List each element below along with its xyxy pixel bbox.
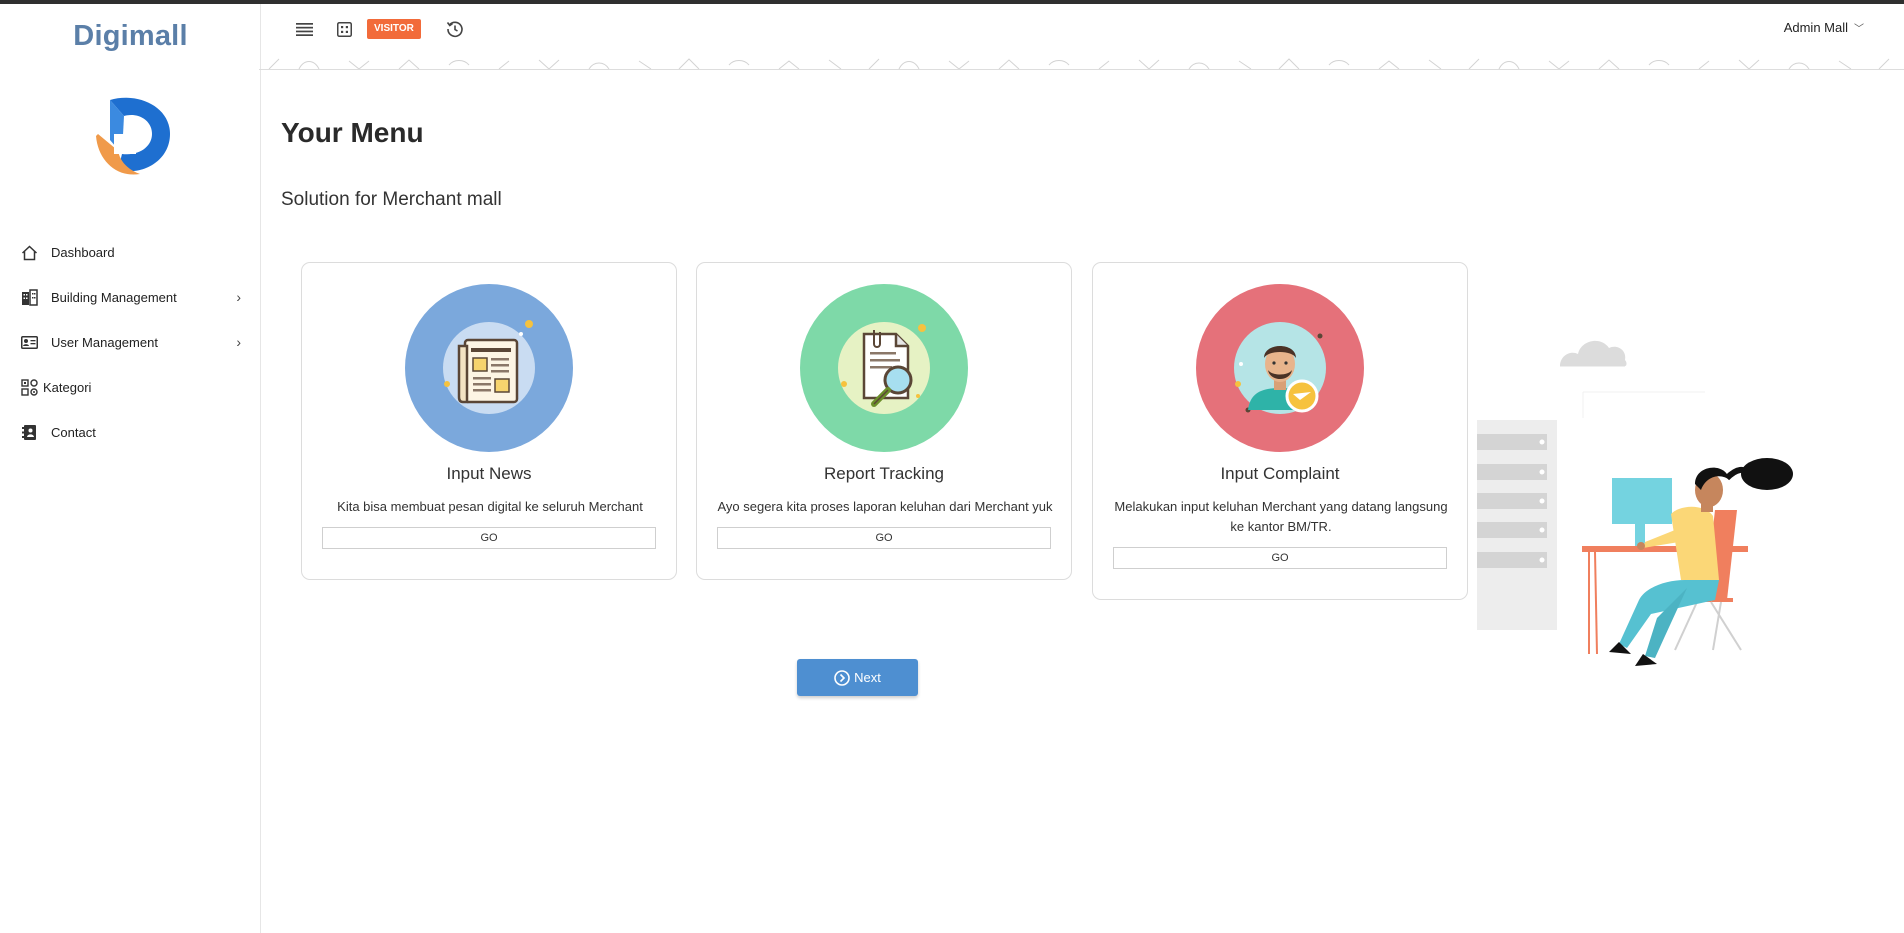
go-button-input-news[interactable]: GO [322,527,656,549]
user-menu[interactable]: Admin Mall ﹀ [1784,20,1864,35]
sidebar-item-building-management[interactable]: Building Management › [0,275,261,320]
user-name: Admin Mall [1783,20,1848,35]
page-subtitle: Solution for Merchant mall [281,189,502,210]
sidebar-item-dashboard[interactable]: Dashboard [0,230,261,275]
sidebar: Digimall Dashboard Building Management › [0,4,261,933]
card-description: Ayo segera kita proses laporan keluhan d… [717,499,1053,514]
brand-logo [92,94,172,178]
next-label: Next [854,670,881,685]
woman-at-desk-illustration [1475,318,1795,670]
history-icon[interactable] [444,18,466,40]
chevron-right-circle-icon [834,669,850,686]
card-input-news: Input News Kita bisa membuat pesan digit… [301,262,677,580]
go-button-report-tracking[interactable]: GO [717,527,1051,549]
sidebar-item-label: Dashboard [51,245,115,260]
card-description: Melakukan input keluhan Merchant yang da… [1114,499,1448,534]
contact-book-icon [20,424,38,442]
card-title: Report Tracking [824,464,944,483]
brand-name[interactable]: Digimall [0,20,261,53]
document-search-icon [800,284,968,452]
building-icon [20,289,38,307]
chevron-down-icon: ﹀ [1854,24,1864,35]
chevron-right-icon: › [236,289,241,305]
page-title: Your Menu [281,117,424,148]
category-icon [20,379,38,397]
go-button-input-complaint[interactable]: GO [1113,547,1447,569]
card-title: Input Complaint [1220,464,1340,483]
sidebar-item-kategori[interactable]: Kategori [0,365,261,410]
sidebar-item-label: Kategori [43,380,92,395]
sidebar-item-label: Contact [51,425,96,440]
card-title: Input News [446,464,532,483]
sidebar-item-label: Building Management [51,290,177,305]
id-card-icon [20,334,38,352]
home-icon [20,244,38,262]
sidebar-item-user-management[interactable]: User Management › [0,320,261,365]
visitor-badge[interactable]: VISITOR [367,19,421,39]
top-header: VISITOR Admin Mall ﹀ [261,4,1904,58]
hamburger-icon[interactable] [293,18,315,40]
grid-icon[interactable] [333,18,355,40]
header-decorative-pattern [259,57,1904,70]
next-button[interactable]: Next [797,659,918,696]
card-input-complaint: Input Complaint Melakukan input keluhan … [1092,262,1468,600]
card-report-tracking: Report Tracking Ayo segera kita proses l… [696,262,1072,580]
card-description: Kita bisa membuat pesan digital ke selur… [337,499,643,514]
chevron-right-icon: › [236,334,241,350]
sidebar-nav: Dashboard Building Management › User Man… [0,230,261,455]
sidebar-item-contact[interactable]: Contact [0,410,261,455]
newspaper-icon [405,284,573,452]
support-agent-icon [1196,284,1364,452]
sidebar-item-label: User Management [51,335,158,350]
